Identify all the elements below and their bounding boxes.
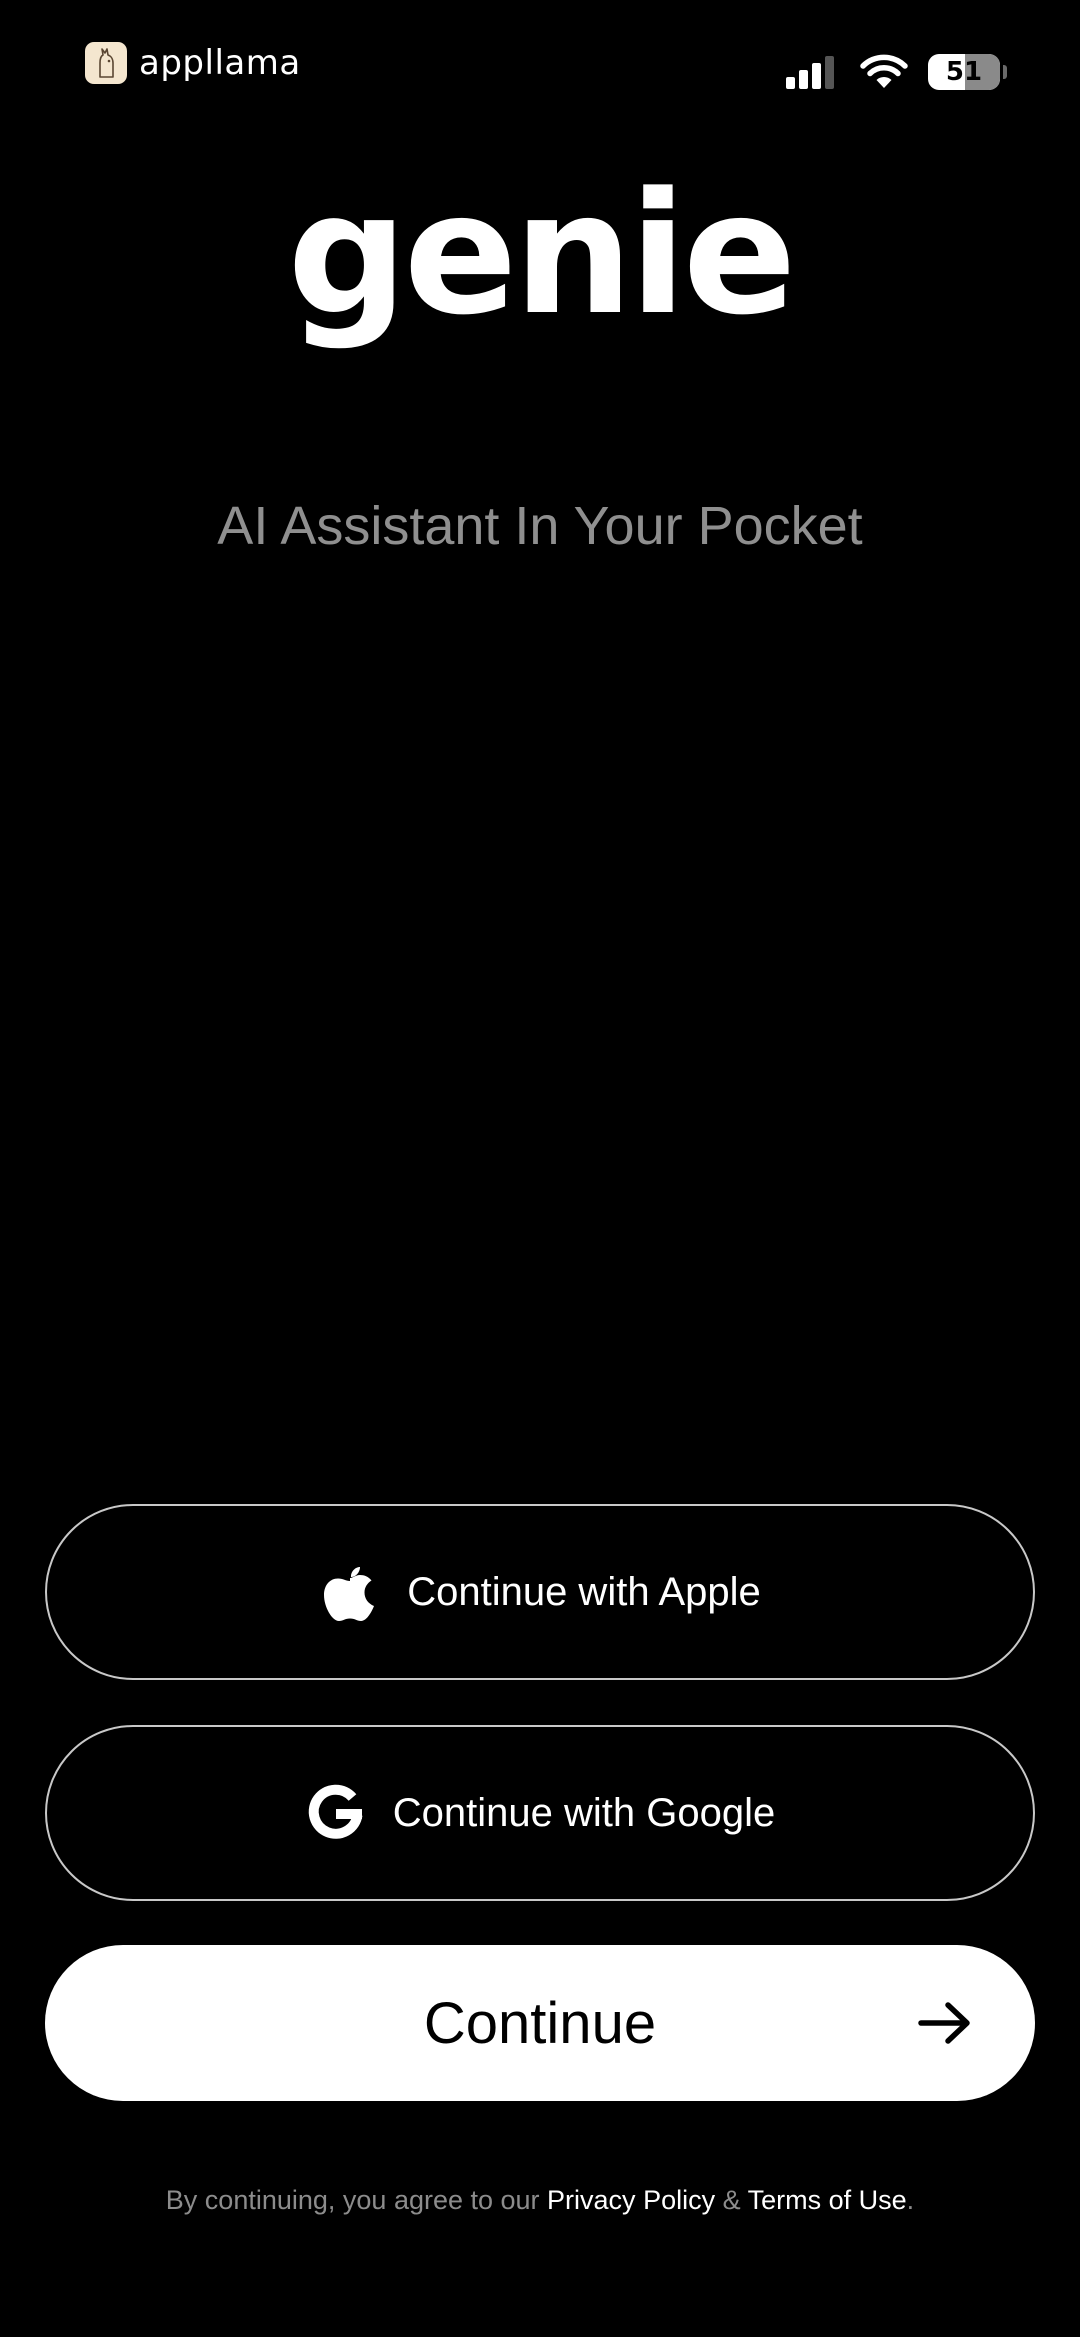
legal-suffix: . bbox=[906, 2185, 915, 2215]
cellular-signal-icon bbox=[786, 55, 838, 89]
brand-name: appllama bbox=[139, 43, 301, 83]
status-icons: 51 bbox=[786, 50, 1007, 94]
status-bar-brand: appllama bbox=[85, 40, 301, 86]
wifi-icon bbox=[860, 54, 908, 88]
app-title: genie bbox=[287, 156, 796, 352]
arrow-right-icon bbox=[918, 2002, 970, 2044]
continue-with-google-label: Continue with Google bbox=[392, 1790, 776, 1835]
continue-button[interactable]: Continue bbox=[45, 1945, 1035, 2101]
llama-logo-icon bbox=[85, 42, 127, 84]
legal-separator: & bbox=[715, 2185, 748, 2215]
app-tagline: AI Assistant In Your Pocket bbox=[217, 496, 863, 556]
continue-with-google-button[interactable]: Continue with Google bbox=[45, 1725, 1035, 1901]
terms-of-use-link[interactable]: Terms of Use bbox=[748, 2185, 907, 2215]
legal-notice: By continuing, you agree to our Privacy … bbox=[0, 2185, 1080, 2216]
battery-icon: 51 bbox=[928, 54, 1000, 90]
status-bar: appllama 51 bbox=[0, 0, 1080, 140]
privacy-policy-link[interactable]: Privacy Policy bbox=[547, 2185, 715, 2215]
apple-logo-icon bbox=[319, 1561, 381, 1623]
google-logo-icon bbox=[305, 1782, 367, 1844]
legal-prefix: By continuing, you agree to our bbox=[165, 2185, 548, 2215]
continue-with-apple-button[interactable]: Continue with Apple bbox=[45, 1504, 1035, 1680]
battery-level: 51 bbox=[945, 57, 983, 87]
continue-with-apple-label: Continue with Apple bbox=[407, 1569, 761, 1614]
continue-label: Continue bbox=[423, 1990, 657, 2056]
battery-tip bbox=[1003, 65, 1007, 79]
